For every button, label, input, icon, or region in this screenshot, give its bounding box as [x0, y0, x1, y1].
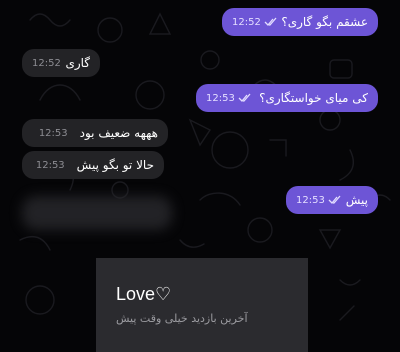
message-time: 12:53 [206, 92, 235, 104]
message-text: هههه ضعیف بود [79, 126, 158, 140]
message-bubble-incoming[interactable]: 12:53 حالا تو بگو پیش [22, 151, 164, 179]
message-bubble-incoming[interactable]: 12:52 گاری [22, 49, 100, 77]
double-check-icon [238, 93, 252, 103]
message-bubble-incoming[interactable]: 12:53 هههه ضعیف بود [22, 119, 168, 147]
message-time: 12:52 [32, 57, 61, 69]
message-bubble-outgoing[interactable]: 12:53 پیش [286, 186, 378, 214]
message-text: حالا تو بگو پیش [76, 158, 154, 172]
message-time: 12:52 [232, 16, 261, 28]
double-check-icon [264, 17, 278, 27]
contact-profile-card[interactable]: Love♡ آخرین بازدید خیلی وقت پیش [96, 258, 308, 352]
contact-name: Love♡ [116, 284, 172, 304]
double-check-icon [328, 195, 342, 205]
message-time: 12:53 [38, 127, 68, 139]
last-seen-status: آخرین بازدید خیلی وقت پیش [116, 312, 248, 325]
message-text: کی میای خواستگاری؟ [259, 91, 368, 105]
message-time: 12:53 [296, 194, 325, 206]
message-bubble-outgoing[interactable]: 12:53 کی میای خواستگاری؟ [196, 84, 378, 112]
message-text: پیش [345, 193, 368, 207]
blurred-message [22, 196, 172, 230]
message-text: عشقم بگو گاری؟ [281, 15, 368, 29]
message-bubble-outgoing[interactable]: 12:52 عشقم بگو گاری؟ [222, 8, 378, 36]
message-time: 12:53 [35, 159, 65, 171]
message-text: گاری [65, 56, 90, 70]
